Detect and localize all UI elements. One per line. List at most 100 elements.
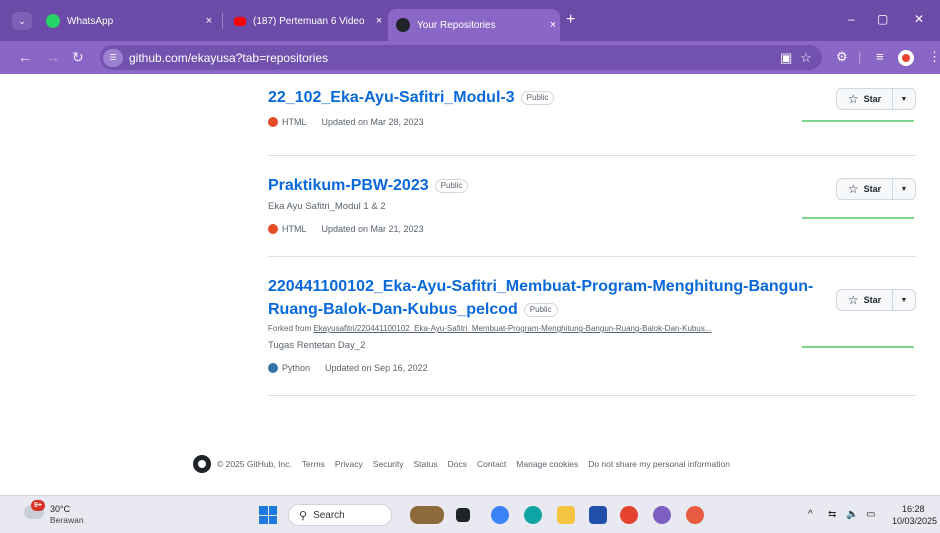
repo-meta: HTML Updated on Mar 28, 2023 — [268, 117, 916, 127]
star-icon: ☆ — [847, 92, 859, 106]
battery-icon[interactable]: ▭ — [866, 509, 875, 520]
repo-language: HTML — [282, 224, 307, 234]
search-icon: ⚲ — [299, 509, 308, 522]
close-window-button[interactable]: ✕ — [914, 12, 924, 26]
repo-name-line[interactable]: 220441100102_Eka-Ayu-Safitri_Membuat-Pro… — [268, 275, 916, 298]
extensions-icon[interactable]: ⚙ — [836, 49, 848, 65]
show-hidden-icons-chevron[interactable]: ^ — [808, 509, 813, 520]
file-explorer-icon[interactable] — [557, 506, 575, 524]
star-list-dropdown[interactable]: ▼ — [893, 290, 915, 310]
browser-tab-strip: ⌄ WhatsApp × (187) Pertemuan 6 Video 50 … — [0, 0, 940, 41]
language-color-icon — [268, 224, 278, 234]
forward-arrow-icon[interactable]: → — [46, 49, 60, 65]
tab-youtube[interactable]: (187) Pertemuan 6 Video 50 - Y × — [226, 8, 386, 34]
page-footer: © 2025 GitHub, Inc. Terms Privacy Securi… — [193, 454, 730, 474]
chrome-profile-icon[interactable] — [653, 506, 671, 524]
activity-sparkline — [802, 217, 914, 219]
minimize-button[interactable]: – — [848, 12, 855, 26]
github-icon — [396, 18, 410, 32]
new-tab-button[interactable]: + — [566, 11, 575, 29]
repo-name-link[interactable]: 22_102_Eka-Ayu-Safitri_Modul-3 — [268, 89, 515, 106]
footer-link-terms[interactable]: Terms — [302, 459, 325, 469]
weather-condition[interactable]: Berawan — [50, 515, 84, 525]
star-list-dropdown[interactable]: ▼ — [893, 89, 915, 109]
clock-time[interactable]: 16:28 — [902, 504, 925, 514]
close-tab-icon[interactable]: × — [546, 19, 560, 31]
star-button[interactable]: ☆ Star — [837, 290, 893, 310]
footer-link-security[interactable]: Security — [373, 459, 404, 469]
chrome-icon[interactable] — [620, 506, 638, 524]
footer-link-contact[interactable]: Contact — [477, 459, 506, 469]
forked-from-link[interactable]: Ekayusafitri/220441100102_Eka-Ayu-Safitr… — [313, 324, 711, 333]
microsoft-store-icon[interactable] — [589, 506, 607, 524]
office-app-icon[interactable] — [686, 506, 704, 524]
language-color-icon — [268, 117, 278, 127]
repo-meta: HTML Updated on Mar 21, 2023 — [268, 224, 916, 234]
taskbar-search-placeholder: Search — [313, 509, 345, 521]
tab-title: WhatsApp — [67, 15, 114, 27]
visibility-badge: Public — [434, 179, 469, 193]
star-button-group: ☆ Star ▼ — [836, 88, 916, 110]
star-button[interactable]: ☆ Star — [837, 179, 893, 199]
install-app-icon[interactable]: ▣ — [780, 50, 792, 66]
repo-description: Eka Ayu Safitri_Modul 1 & 2 — [268, 201, 386, 212]
star-list-dropdown[interactable]: ▼ — [893, 179, 915, 199]
repo-name-link[interactable]: 220441100102_Eka-Ayu-Safitri_Membuat-Pro… — [268, 275, 916, 321]
footer-link-docs[interactable]: Docs — [448, 459, 467, 469]
activity-sparkline — [802, 120, 914, 122]
taskbar-app-icon[interactable] — [456, 508, 470, 522]
edge-icon[interactable] — [524, 506, 542, 524]
repositories-page: 22_102_Eka-Ayu-Safitri_Modul-3 Public HTM… — [0, 74, 940, 495]
visibility-badge: Public — [520, 91, 555, 105]
bookmark-star-icon[interactable]: ☆ — [800, 50, 812, 66]
weather-alert-badge: 9+ — [31, 500, 45, 511]
star-label: Star — [863, 184, 882, 194]
taskbar-news-widget-icon[interactable] — [410, 506, 444, 524]
weather-temperature[interactable]: 30°C — [50, 504, 70, 514]
star-button-group: ☆ Star ▼ — [836, 289, 916, 311]
site-info-icon[interactable]: ☰ — [103, 48, 123, 67]
tab-whatsapp[interactable]: WhatsApp × — [38, 8, 216, 34]
star-button[interactable]: ☆ Star — [837, 89, 893, 109]
restore-button[interactable]: ▢ — [877, 12, 888, 26]
github-logo-icon[interactable] — [193, 455, 211, 473]
footer-copyright: © 2025 GitHub, Inc. — [217, 459, 292, 469]
tab-divider — [222, 13, 223, 29]
address-bar[interactable]: ☰ github.com/ekayusa?tab=repositories ▣ … — [100, 45, 822, 70]
clock-date[interactable]: 10/03/2025 — [892, 516, 937, 526]
close-tab-icon[interactable]: × — [202, 15, 216, 27]
repo-name-link[interactable]: Praktikum-PBW-2023 — [268, 177, 429, 194]
copilot-icon[interactable] — [491, 506, 509, 524]
tab-your-repositories[interactable]: Your Repositories × — [388, 9, 560, 41]
url-text[interactable]: github.com/ekayusa?tab=repositories — [129, 51, 328, 65]
footer-link-privacy[interactable]: Privacy — [335, 459, 363, 469]
repo-language: Python — [282, 363, 311, 373]
footer-link-do-not-share[interactable]: Do not share my personal information — [588, 459, 730, 469]
back-arrow-icon[interactable]: ← — [18, 49, 32, 65]
volume-icon[interactable]: 🔈 — [846, 509, 858, 520]
taskbar-search-box[interactable]: ⚲ Search — [288, 504, 392, 526]
windows-start-icon[interactable] — [259, 506, 277, 524]
repo-name-line[interactable]: Ruang-Balok-Dan-Kubus_pelcod — [268, 301, 518, 318]
tab-search-menu-button[interactable]: ⌄ — [12, 12, 32, 30]
star-icon: ☆ — [847, 182, 859, 196]
profile-avatar-icon[interactable] — [898, 50, 914, 66]
reload-icon[interactable]: ↻ — [72, 49, 84, 65]
repo-list-item: 22_102_Eka-Ayu-Safitri_Modul-3 Public HTM… — [268, 86, 916, 156]
media-controls-icon[interactable]: ≡ — [876, 49, 884, 64]
repo-list-item: Praktikum-PBW-2023 Public Eka Ayu Safitri… — [268, 174, 916, 257]
star-label: Star — [863, 295, 882, 305]
network-icon[interactable]: ⇆ — [828, 509, 836, 520]
repo-list-item: 220441100102_Eka-Ayu-Safitri_Membuat-Pro… — [268, 275, 916, 396]
footer-link-status[interactable]: Status — [414, 459, 438, 469]
browser-toolbar: ← → ↻ ☰ github.com/ekayusa?tab=repositor… — [0, 41, 940, 74]
tab-title: (187) Pertemuan 6 Video 50 - Y — [253, 15, 366, 27]
repo-updated: Updated on Mar 21, 2023 — [321, 224, 424, 234]
close-tab-icon[interactable]: × — [372, 15, 386, 27]
forked-from-text: Forked from Ekayusafitri/220441100102_Ek… — [268, 324, 916, 333]
footer-link-manage-cookies[interactable]: Manage cookies — [516, 459, 578, 469]
tab-title: Your Repositories — [417, 19, 496, 31]
browser-menu-icon[interactable]: ⋮ — [928, 49, 940, 65]
activity-sparkline — [802, 346, 914, 348]
language-color-icon — [268, 363, 278, 373]
